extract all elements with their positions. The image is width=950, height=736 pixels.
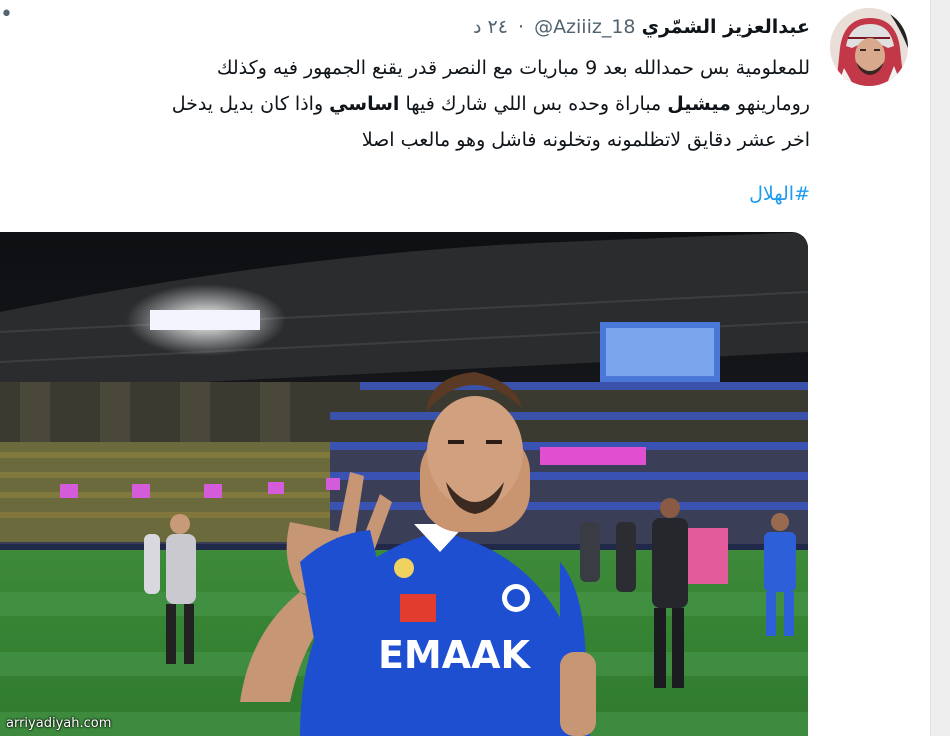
more-options-icon[interactable]: • [0,4,13,30]
hashtag-link[interactable]: #الهلال [700,178,810,210]
bold-word: اساسي [329,93,400,115]
text-fragment: واذا كان بديل يدخل [171,93,330,115]
author-handle[interactable]: @Aziiiz_18 [534,16,635,38]
avatar[interactable] [830,8,908,86]
tweet-photo[interactable]: EMAAK [0,232,808,736]
tweet-text-line: اخر عشر دقايق لاتظلمونه وتخلونه فاشل وهو… [361,129,810,151]
tweet-header: عبدالعزيز الشمّري @Aziiiz_18 · ٢٤ د [300,12,810,42]
right-scrollbar-rail[interactable] [930,0,950,736]
tweet-card[interactable]: • عبدالعزيز الشمّري @Aziiiz_18 · ٢٤ د لل… [0,0,930,736]
tweet-timestamp[interactable]: ٢٤ د [473,16,508,38]
tweet-text: للمعلومية بس حمدالله بعد 9 مباريات مع ال… [0,50,810,158]
header-separator: · [517,16,525,38]
tweet-text-line: للمعلومية بس حمدالله بعد 9 مباريات مع ال… [216,57,810,79]
text-fragment: رومارينهو [730,93,810,115]
tweet-text-line: رومارينهو ميشيل مباراة وحده بس اللي شارك… [0,86,810,122]
watermark: arriyadiyah.com [6,716,112,731]
bold-name: ميشيل [667,93,731,115]
text-fragment: مباراة وحده بس اللي شارك فيها [399,93,668,115]
author-name[interactable]: عبدالعزيز الشمّري [642,16,810,38]
jersey-sponsor-text: EMAAK [378,633,532,677]
